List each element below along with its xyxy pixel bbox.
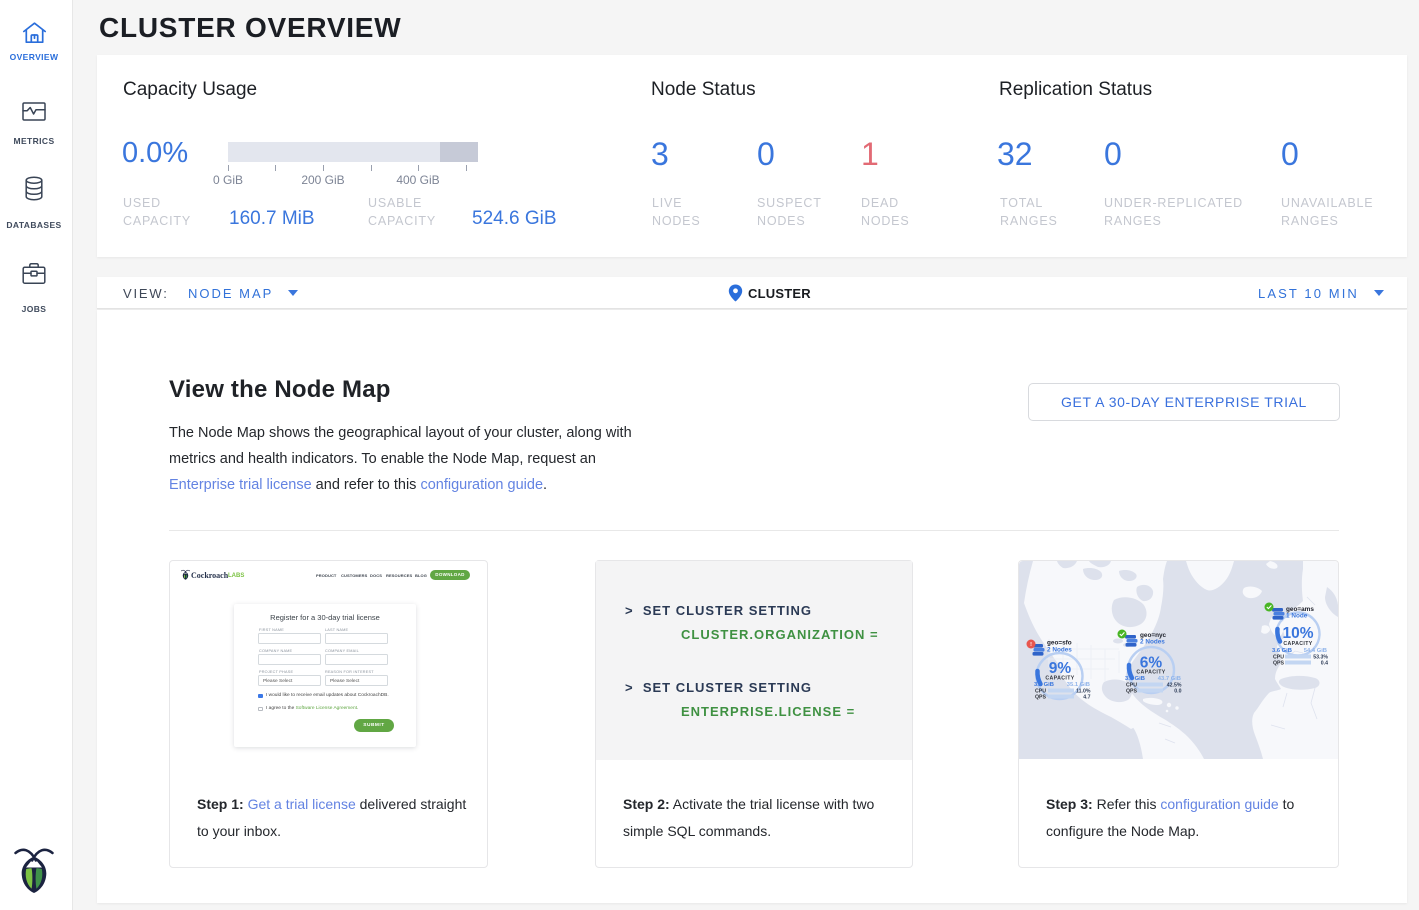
svg-text:CAPACITY: CAPACITY: [1136, 670, 1165, 676]
svg-text:2 Nodes: 2 Nodes: [1047, 647, 1072, 654]
svg-text:!: !: [1030, 642, 1032, 648]
svg-text:1 Node: 1 Node: [1286, 613, 1308, 620]
svg-text:QPS: QPS: [1035, 695, 1046, 701]
svg-text:0.0: 0.0: [1174, 689, 1181, 695]
svg-text:QPS: QPS: [1273, 661, 1284, 667]
svg-text:3.7 GiB: 3.7 GiB: [1125, 676, 1145, 682]
svg-text:43.7 GiB: 43.7 GiB: [1158, 676, 1181, 682]
svg-text:CAPACITY: CAPACITY: [1283, 641, 1312, 647]
svg-text:4.7: 4.7: [1083, 695, 1090, 701]
svg-text:10%: 10%: [1282, 625, 1313, 642]
svg-text:0.4: 0.4: [1321, 661, 1328, 667]
svg-text:35.1 GiB: 35.1 GiB: [1067, 682, 1090, 688]
svg-text:3.6 GiB: 3.6 GiB: [1272, 648, 1292, 654]
svg-text:3.2 GiB: 3.2 GiB: [1034, 682, 1054, 688]
svg-text:CAPACITY: CAPACITY: [1045, 676, 1074, 682]
svg-text:9%: 9%: [1049, 660, 1072, 677]
svg-text:2 Nodes: 2 Nodes: [1140, 639, 1165, 646]
svg-text:geo=sfo: geo=sfo: [1047, 640, 1072, 647]
svg-text:54.4 GiB: 54.4 GiB: [1304, 648, 1327, 654]
svg-text:QPS: QPS: [1126, 689, 1137, 695]
